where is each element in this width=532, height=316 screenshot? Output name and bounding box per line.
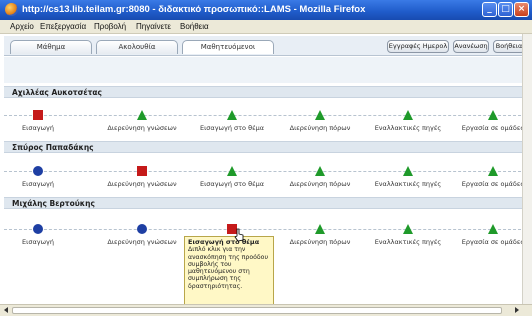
- activity-label: Διερεύνηση πόρων: [289, 238, 351, 246]
- activity-tooltip: Εισαγωγή στο θέμα Διπλό κλικ για την ανα…: [184, 236, 274, 314]
- activity-label: Διερεύνηση πόρων: [289, 180, 351, 188]
- activity-label: Διερεύνηση γνώσεων: [107, 238, 177, 246]
- student-name: Σπύρος Παπαδάκης: [12, 143, 94, 152]
- activity-status-icon[interactable]: [33, 224, 43, 234]
- tab-learners[interactable]: Μαθητευόμενοι: [182, 40, 274, 54]
- activity-label: Εργασία σε ομάδες: [461, 238, 525, 246]
- menu-help[interactable]: Βοήθεια: [180, 22, 209, 31]
- activity-label: Εργασία σε ομάδες: [461, 180, 525, 188]
- window-title: http://cs13.lib.teilam.gr:8080 - διδακτι…: [22, 4, 366, 15]
- scroll-thumb[interactable]: [12, 307, 502, 314]
- activity-label: Εισαγωγή στο θέμα: [199, 180, 265, 188]
- student-name: Μιχάλης Βερτούκης: [12, 199, 95, 208]
- horizontal-scrollbar[interactable]: [0, 304, 532, 316]
- activity-label: Εναλλακτικές πηγές: [374, 238, 442, 246]
- activity-label: Εισαγωγή: [22, 124, 54, 132]
- menu-edit[interactable]: Επεξεργασία: [40, 22, 86, 31]
- tab-bar: Μάθημα Ακολουθία Μαθητευόμενοι Εγγραφές …: [4, 36, 526, 56]
- maximize-button[interactable]: □: [498, 2, 513, 17]
- student-header: Σπύρος Παπαδάκης: [4, 141, 526, 153]
- minimize-button[interactable]: _: [482, 2, 497, 17]
- activity-status-icon[interactable]: [403, 224, 413, 234]
- student-header: Μιχάλης Βερτούκης: [4, 197, 526, 209]
- menu-file[interactable]: Αρχείο: [10, 22, 34, 31]
- spacer-strip: [4, 57, 526, 83]
- progress-line: [4, 171, 526, 172]
- activity-label: Διερεύνηση πόρων: [289, 124, 351, 132]
- menu-view[interactable]: Προβολή: [94, 22, 126, 31]
- progress-line: [4, 229, 526, 230]
- activity-label: Εισαγωγή στο θέμα: [199, 124, 265, 132]
- activity-status-icon[interactable]: [315, 224, 325, 234]
- activity-status-icon[interactable]: [137, 166, 147, 176]
- activity-status-icon[interactable]: [315, 110, 325, 120]
- student-name: Αχιλλέας Αυκοτσέτας: [12, 88, 102, 97]
- activity-status-icon[interactable]: [403, 110, 413, 120]
- scroll-right-arrow-icon[interactable]: [515, 307, 519, 313]
- journal-entries-button[interactable]: Εγγραφές Ημερολ: [387, 40, 449, 53]
- menu-go[interactable]: Πηγαίνετε: [136, 22, 171, 31]
- menu-bar: Αρχείο Επεξεργασία Προβολή Πηγαίνετε Βοή…: [0, 20, 532, 34]
- activity-label: Εργασία σε ομάδες: [461, 124, 525, 132]
- activity-status-icon[interactable]: [227, 166, 237, 176]
- firefox-icon: [5, 3, 18, 16]
- tab-lesson[interactable]: Μάθημα: [10, 40, 92, 54]
- vertical-scrollbar[interactable]: [522, 34, 532, 304]
- window-titlebar: http://cs13.lib.teilam.gr:8080 - διδακτι…: [0, 0, 532, 20]
- activity-status-icon[interactable]: [33, 166, 43, 176]
- activity-label: Διερεύνηση γνώσεων: [107, 124, 177, 132]
- activity-label: Εναλλακτικές πηγές: [374, 180, 442, 188]
- activity-label: Εναλλακτικές πηγές: [374, 124, 442, 132]
- activity-status-icon[interactable]: [33, 110, 43, 120]
- activity-status-icon[interactable]: [403, 166, 413, 176]
- activity-status-icon[interactable]: [137, 224, 147, 234]
- progress-line: [4, 115, 526, 116]
- activity-status-icon[interactable]: [227, 110, 237, 120]
- scroll-left-arrow-icon[interactable]: [4, 307, 8, 313]
- help-button[interactable]: Βοήθεια: [493, 40, 525, 53]
- activity-status-icon[interactable]: [488, 110, 498, 120]
- hand-cursor-icon: [234, 228, 244, 242]
- activity-status-icon[interactable]: [137, 110, 147, 120]
- activity-status-icon[interactable]: [488, 166, 498, 176]
- activity-status-icon[interactable]: [488, 224, 498, 234]
- tab-sequence[interactable]: Ακολουθία: [96, 40, 178, 54]
- activity-label: Διερεύνηση γνώσεων: [107, 180, 177, 188]
- tooltip-body: Διπλό κλικ για την ανασκόπηση της προόδο…: [188, 246, 269, 290]
- student-header: Αχιλλέας Αυκοτσέτας: [4, 86, 526, 98]
- close-button[interactable]: ×: [514, 2, 529, 17]
- refresh-button[interactable]: Ανανέωση: [453, 40, 489, 53]
- activity-label: Εισαγωγή: [22, 238, 54, 246]
- activity-status-icon[interactable]: [315, 166, 325, 176]
- activity-label: Εισαγωγή: [22, 180, 54, 188]
